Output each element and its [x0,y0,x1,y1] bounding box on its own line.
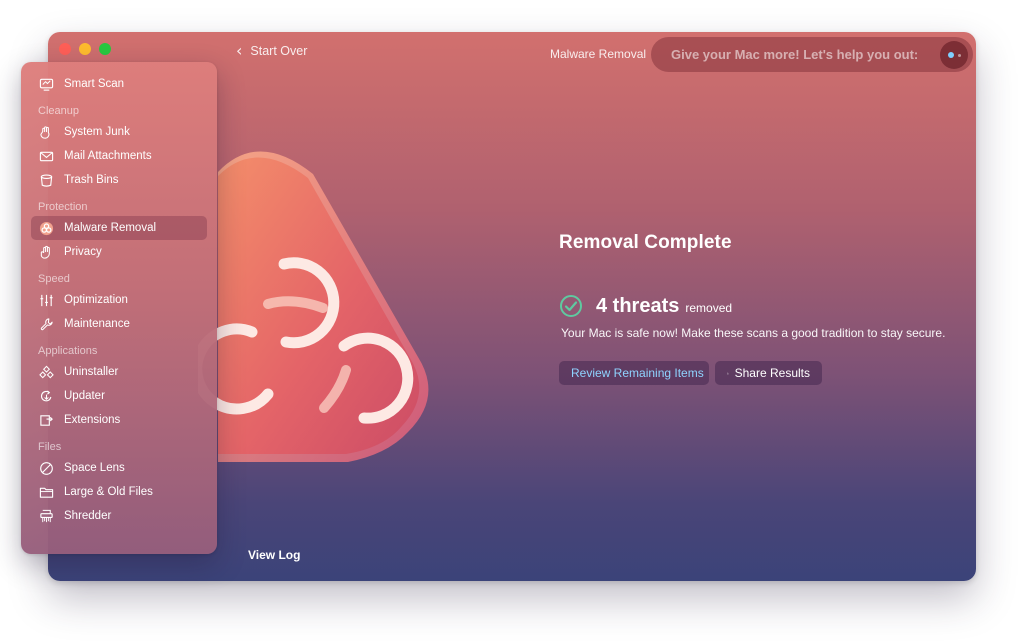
assistant-eye [947,52,954,58]
sidebar-item-label: Privacy [64,246,102,258]
lens-icon [38,460,54,476]
sidebar-item-updater[interactable]: Updater [31,384,207,408]
sidebar-item-privacy[interactable]: Privacy [31,240,207,264]
minimize-window-button[interactable] [79,43,91,55]
section-speed: Speed [38,273,70,285]
sidebar-item-space-lens[interactable]: Space Lens [31,456,207,480]
sidebar-item-label: Maintenance [64,318,130,330]
section-files: Files [38,441,62,453]
bin-hand-icon [38,124,54,140]
threat-suffix: removed [685,301,733,315]
sidebar-item-label: Trash Bins [64,174,119,186]
malware-hero-illustration [191,132,438,477]
shredder-icon [38,508,54,524]
section-applications: Applications [38,345,98,357]
window-controls [59,43,111,55]
sidebar-item-label: Optimization [64,294,128,306]
sidebar-item-label: Uninstaller [64,366,119,378]
sidebar-item-system-junk[interactable]: System Junk [31,120,207,144]
biohazard-icon [191,151,429,462]
sidebar-item-label: System Junk [64,126,130,138]
sidebar-item-label: Space Lens [64,462,125,474]
sidebar-item-label: Updater [64,390,105,402]
sidebar-item-malware-removal[interactable]: Malware Removal [31,216,207,240]
review-remaining-button[interactable]: Review Remaining Items [559,361,709,385]
sidebar-item-maintenance[interactable]: Maintenance [31,312,207,336]
window-title: Malware Removal [550,47,647,61]
sidebar-item-extensions[interactable]: Extensions [31,408,207,432]
start-over-label: Start Over [250,44,308,58]
extension-icon [38,412,54,428]
update-icon [38,388,54,404]
result-actions: Review Remaining Items Share Results [559,361,822,385]
chevron-left-icon: ‹ [236,41,243,60]
sidebar-item-label: Shredder [64,510,112,522]
sidebar-item-label: Smart Scan [64,78,125,90]
sidebar-item-smart-scan[interactable]: Smart Scan [31,72,207,96]
sidebar-item-label: Malware Removal [64,222,157,234]
result-heading: Removal Complete [559,232,732,253]
section-cleanup: Cleanup [38,105,79,117]
threat-count: 4 threats [596,294,680,317]
zoom-window-button[interactable] [99,43,111,55]
folder-icon [38,484,54,500]
view-log-button[interactable]: View Log [248,548,300,562]
check-circle-icon [560,295,582,317]
sidebar-item-uninstaller[interactable]: Uninstaller [31,360,207,384]
threat-summary: 4 threats removed [559,294,732,318]
apps-icon [38,364,54,380]
sidebar-item-optimization[interactable]: Optimization [31,288,207,312]
assistant-dot [957,53,961,57]
sidebar-item-trash-bins[interactable]: Trash Bins [31,168,207,192]
promo-text: Give your Mac more! Let's help you out: [671,47,919,62]
assistant-promo-banner[interactable]: Give your Mac more! Let's help you out: [651,37,973,72]
sliders-icon [38,292,54,308]
sidebar-item-mail-attachments[interactable]: Mail Attachments [31,144,207,168]
result-panel: Removal Complete 4 threats removed Your … [559,232,945,385]
sidebar-item-label: Mail Attachments [64,150,152,162]
assistant-icon[interactable] [940,41,968,69]
sidebar-item-label: Large & Old Files [64,486,153,498]
sidebar: Smart Scan Cleanup System Junk Mail Atta… [21,62,217,554]
monitor-icon [38,76,54,92]
start-over-button[interactable]: ‹ Start Over [236,41,308,60]
hand-icon [38,244,54,260]
section-protection: Protection [38,201,88,213]
safe-message: Your Mac is safe now! Make these scans a… [561,326,946,340]
wrench-icon [38,316,54,332]
share-icon [727,372,729,374]
sidebar-item-large-old-files[interactable]: Large & Old Files [31,480,207,504]
share-results-label: Share Results [734,366,810,380]
biohazard-icon [38,220,54,236]
envelope-icon [38,148,54,164]
share-results-button[interactable]: Share Results [715,361,822,385]
trash-icon [38,172,54,188]
sidebar-item-label: Extensions [64,414,121,426]
sidebar-item-shredder[interactable]: Shredder [31,504,207,528]
review-remaining-label: Review Remaining Items [571,366,704,380]
close-window-button[interactable] [59,43,71,55]
